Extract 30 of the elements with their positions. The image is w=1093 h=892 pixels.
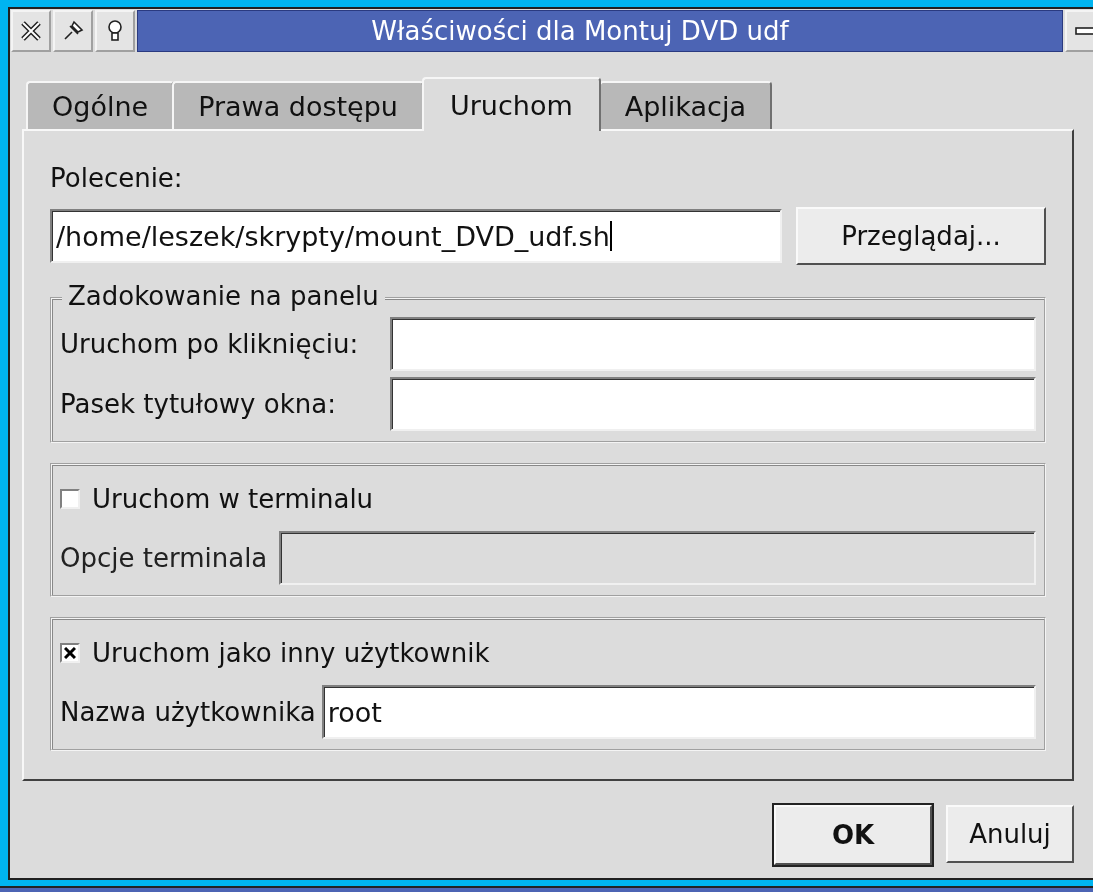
tab[interactable]: Prawa dostępu (172, 81, 424, 129)
field-label: Pasek tytułowy okna: (60, 389, 337, 419)
checkbox-label: Uruchom jako inny użytkownik (92, 638, 490, 668)
field-label: Uruchom po kliknięciu: (60, 329, 360, 359)
help-button[interactable] (95, 10, 135, 52)
username-field[interactable]: root (321, 685, 1036, 739)
shade-button[interactable] (1065, 10, 1093, 52)
field-label: Opcje terminala (60, 543, 268, 573)
browse-button[interactable]: Przeglądaj... (796, 207, 1046, 265)
input-field[interactable] (390, 377, 1036, 431)
ok-button[interactable]: OK (774, 805, 932, 865)
bulb-icon (107, 19, 123, 43)
input-field[interactable] (390, 317, 1036, 371)
close-button[interactable] (11, 10, 51, 52)
cancel-button[interactable]: Anuluj (946, 805, 1074, 863)
tab[interactable]: Aplikacja (598, 81, 772, 129)
pin-icon (62, 20, 84, 42)
command-field[interactable]: /home/leszek/skrypty/mount_DVD_udf.sh (50, 209, 782, 263)
checkbox-label: Uruchom w terminalu (92, 484, 374, 514)
window-title: Właściwości dla Montuj DVD udf (371, 16, 789, 46)
tab[interactable]: Uruchom (422, 77, 601, 131)
checkbox[interactable] (60, 643, 80, 663)
input-field[interactable] (279, 531, 1036, 585)
checkbox[interactable] (60, 489, 80, 509)
minus-icon (1075, 26, 1093, 36)
close-icon (20, 20, 42, 42)
tab[interactable]: Ogólne (26, 81, 175, 129)
field-label: Nazwa użytkownika (60, 697, 316, 727)
command-label: Polecenie: (50, 163, 184, 193)
pin-button[interactable] (53, 10, 93, 52)
